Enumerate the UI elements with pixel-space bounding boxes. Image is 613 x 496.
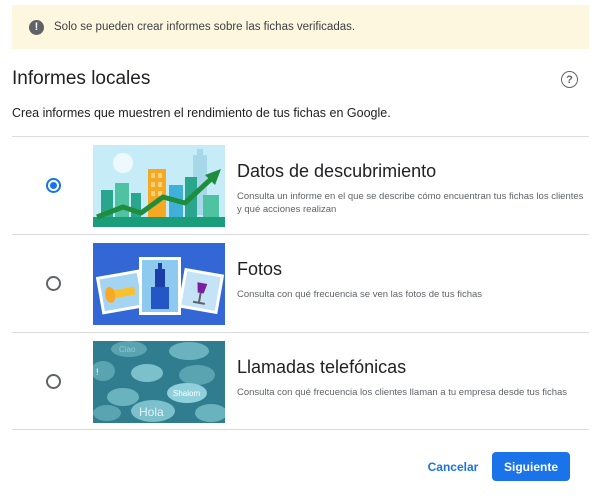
word-hola: Hola	[139, 405, 164, 419]
option-description: Consulta con qué frecuencia los clientes…	[237, 387, 568, 398]
word-ciao: Ciao	[119, 345, 136, 354]
option-title: Llamadas telefónicas	[237, 357, 407, 377]
option-calls[interactable]: Ciao ! Shalom Hola Llamadas telefónicas …	[12, 332, 589, 430]
option-title: Fotos	[237, 259, 283, 279]
option-title: Datos de descubrimiento	[237, 161, 437, 181]
radio-calls[interactable]	[46, 374, 61, 389]
word-exclamation: !	[96, 367, 99, 377]
help-icon[interactable]: ?	[561, 71, 578, 88]
page-subtitle: Crea informes que muestren el rendimient…	[12, 106, 391, 120]
notice-banner: ! Solo se pueden crear informes sobre la…	[12, 5, 589, 49]
page-title: Informes locales	[12, 68, 151, 89]
option-description: Consulta un informe en el que se describ…	[237, 191, 584, 215]
cancel-button[interactable]: Cancelar	[418, 455, 488, 479]
photos-illustration	[93, 243, 225, 325]
radio-photos[interactable]	[46, 276, 61, 291]
option-description: Consulta con qué frecuencia se ven las f…	[237, 289, 483, 300]
option-discovery[interactable]: Datos de descubrimiento Consulta un info…	[12, 136, 589, 234]
word-shalom: Shalom	[173, 389, 200, 398]
calls-illustration: Ciao ! Shalom Hola	[93, 341, 225, 423]
option-photos[interactable]: Fotos Consulta con qué frecuencia se ven…	[12, 234, 589, 332]
next-button[interactable]: Siguiente	[492, 452, 570, 481]
notice-text: Solo se pueden crear informes sobre las …	[54, 21, 356, 33]
radio-discovery[interactable]	[46, 178, 61, 193]
discovery-illustration	[93, 145, 225, 227]
exclamation-icon: !	[29, 19, 44, 35]
